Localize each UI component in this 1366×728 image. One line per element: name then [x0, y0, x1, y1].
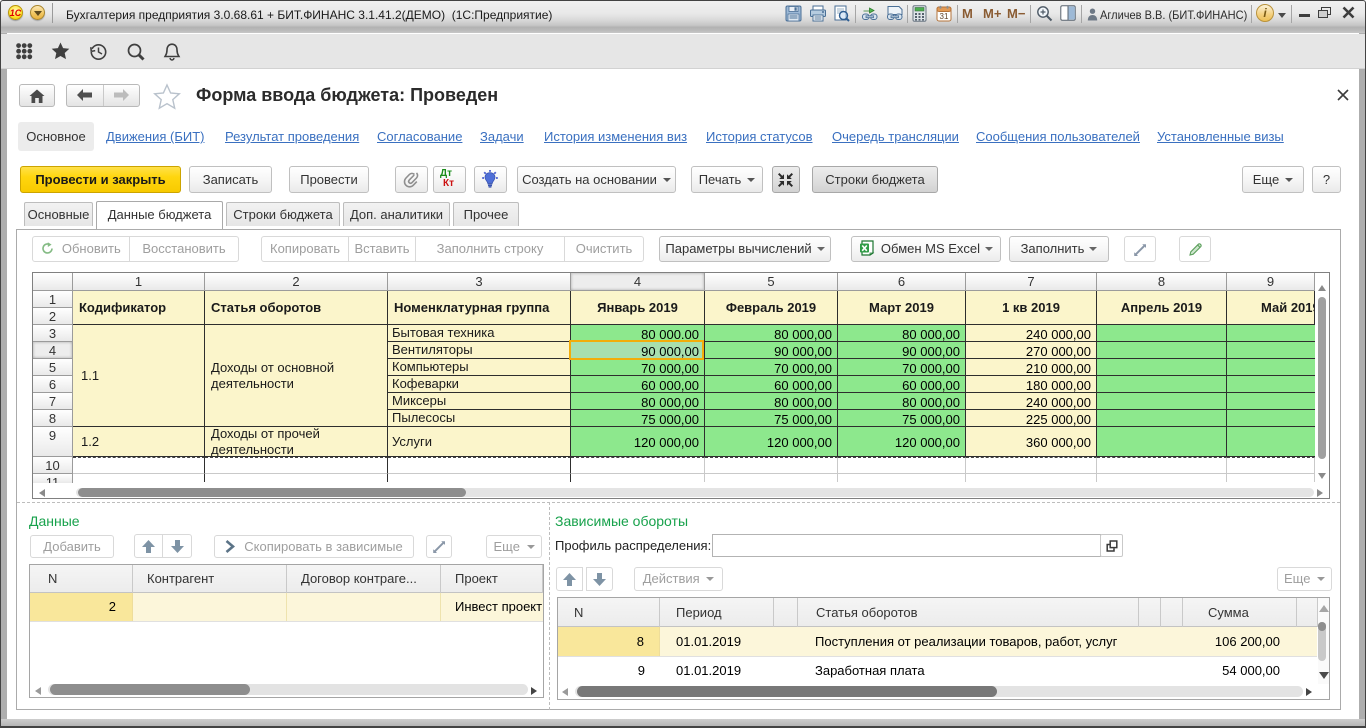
svg-text:31: 31	[940, 12, 949, 21]
